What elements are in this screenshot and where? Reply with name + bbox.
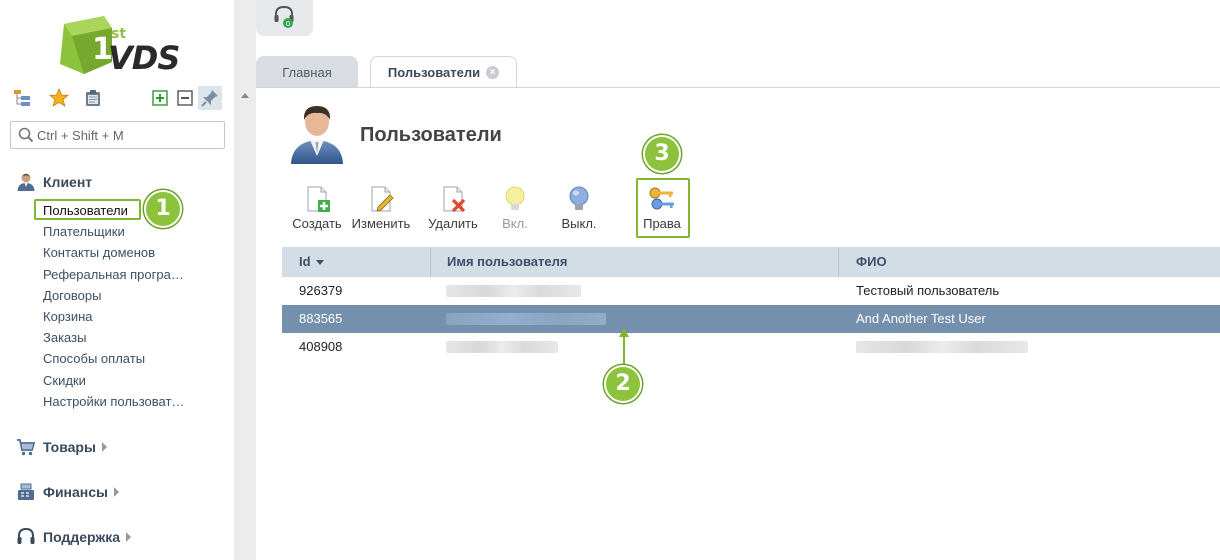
cell-fullname: Тестовый пользователь xyxy=(856,283,1000,298)
cart-icon xyxy=(16,437,36,457)
group-client[interactable]: Клиент xyxy=(16,171,92,193)
table-header: Id Имя пользователя ФИО xyxy=(282,247,1220,277)
sidebar-collapse-bar[interactable] xyxy=(234,0,256,560)
close-tab-icon[interactable]: × xyxy=(486,66,500,79)
column-username[interactable]: Имя пользователя xyxy=(447,247,567,277)
collapse-all-icon[interactable] xyxy=(175,88,195,108)
group-support-label: Поддержка xyxy=(43,529,121,545)
create-button[interactable]: Создать xyxy=(284,184,350,236)
group-client-label: Клиент xyxy=(43,174,93,190)
clipboard-icon[interactable] xyxy=(83,88,103,108)
delete-icon xyxy=(443,186,466,213)
disable-button[interactable]: Выкл. xyxy=(546,184,612,236)
sidebar-item-orders[interactable]: Заказы xyxy=(43,327,184,348)
column-id[interactable]: Id xyxy=(299,247,324,277)
enable-button[interactable]: Вкл. xyxy=(482,184,548,236)
chevron-right-icon xyxy=(126,532,132,542)
group-finance-label: Финансы xyxy=(43,484,108,500)
client-menu: Пользователи Плательщики Контакты домено… xyxy=(43,200,184,412)
sidebar-item-referral[interactable]: Реферальная програ… xyxy=(43,264,184,285)
annotation-highlight-users xyxy=(34,199,141,220)
cell-id: 926379 xyxy=(299,283,343,298)
pin-icon[interactable] xyxy=(198,86,222,110)
expand-all-icon[interactable] xyxy=(150,88,170,108)
edit-icon xyxy=(371,186,394,212)
sidebar-item-contracts[interactable]: Договоры xyxy=(43,285,184,306)
annotation-badge-2: 2 xyxy=(604,365,642,403)
sidebar-item-domain-contacts[interactable]: Контакты доменов xyxy=(43,242,184,263)
group-support[interactable]: Поддержка xyxy=(16,526,132,548)
cell-fullname: And Another Test User xyxy=(856,311,986,326)
group-finance[interactable]: Финансы xyxy=(16,481,119,503)
redacted-fullname xyxy=(856,341,1028,353)
redacted-username xyxy=(446,313,606,325)
chevron-right-icon xyxy=(114,487,119,497)
page-title: Пользователи xyxy=(360,124,502,146)
headset-icon xyxy=(16,527,36,547)
support-headset-icon: 0 xyxy=(274,5,294,28)
chevron-right-icon xyxy=(101,442,107,452)
scroll-up-icon[interactable] xyxy=(241,93,249,98)
search-icon xyxy=(18,127,34,148)
annotation-badge-1: 1 xyxy=(144,190,182,228)
edit-button[interactable]: Изменить xyxy=(348,184,414,236)
tree-icon[interactable] xyxy=(12,88,32,108)
sidebar-item-cart[interactable]: Корзина xyxy=(43,306,184,327)
create-icon xyxy=(307,186,330,212)
cell-id: 408908 xyxy=(299,339,343,354)
notification-button[interactable]: 0 xyxy=(256,0,313,36)
table-row[interactable]: 408908 xyxy=(282,333,1220,361)
table-row-selected[interactable]: 883565 And Another Test User xyxy=(282,305,1220,333)
logo[interactable]: 1 st VDS xyxy=(60,14,180,77)
sidebar: 1 st VDS Клиент xyxy=(0,0,234,560)
logo-text: VDS xyxy=(108,39,180,77)
column-fullname[interactable]: ФИО xyxy=(856,247,887,277)
sidebar-item-user-settings[interactable]: Настройки пользоват… xyxy=(43,391,184,412)
tab-users[interactable]: Пользователи × xyxy=(370,56,517,88)
group-goods[interactable]: Товары xyxy=(16,436,107,458)
tab-main[interactable]: Главная xyxy=(256,56,358,88)
page-header: Пользователи xyxy=(288,102,888,164)
search-input[interactable] xyxy=(37,126,217,144)
delete-button[interactable]: Удалить xyxy=(420,184,486,236)
annotation-highlight-rights xyxy=(636,178,690,238)
column-separator[interactable] xyxy=(838,247,839,277)
sort-desc-icon xyxy=(315,260,324,266)
cell-id: 883565 xyxy=(299,311,343,326)
group-goods-label: Товары xyxy=(43,439,96,455)
column-separator[interactable] xyxy=(430,247,431,277)
svg-text:0: 0 xyxy=(286,20,290,28)
cash-register-icon xyxy=(16,482,36,502)
bulb-on-icon xyxy=(505,186,525,210)
annotation-arrow xyxy=(623,334,625,368)
menu-search[interactable] xyxy=(10,121,225,149)
bulb-off-icon xyxy=(569,186,589,210)
table-row[interactable]: 926379 Тестовый пользователь xyxy=(282,277,1220,305)
sidebar-item-payment-methods[interactable]: Способы оплаты xyxy=(43,348,184,369)
sidebar-toolbar xyxy=(12,86,226,110)
users-table: Id Имя пользователя ФИО 926379 Тестовый … xyxy=(282,247,1220,361)
redacted-username xyxy=(446,341,558,353)
user-icon xyxy=(16,172,36,192)
annotation-badge-3: 3 xyxy=(643,135,681,173)
users-page-icon xyxy=(288,102,346,164)
redacted-username xyxy=(446,285,581,297)
sidebar-item-discounts[interactable]: Скидки xyxy=(43,370,184,391)
star-icon[interactable] xyxy=(48,87,70,108)
tab-bar: Главная Пользователи × xyxy=(256,56,1220,88)
